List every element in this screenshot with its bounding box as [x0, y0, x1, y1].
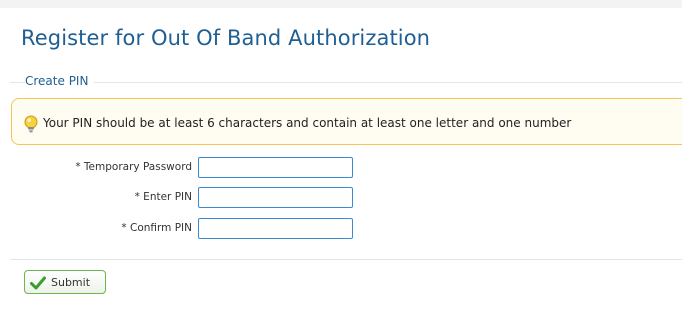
- form-divider: [10, 259, 682, 260]
- pin-hint-box: Your PIN should be at least 6 characters…: [11, 98, 682, 145]
- checkmark-icon: [30, 275, 46, 290]
- confirm-pin-input[interactable]: [198, 218, 353, 239]
- submit-button[interactable]: Submit: [24, 270, 106, 294]
- section-rule: [10, 82, 682, 83]
- temporary-password-input[interactable]: [198, 157, 353, 178]
- page: Register for Out Of Band Authorization C…: [0, 0, 682, 326]
- enter-pin-label: * Enter PIN: [134, 191, 192, 203]
- pin-hint-text: Your PIN should be at least 6 characters…: [43, 116, 572, 130]
- section-legend: Create PIN: [25, 74, 95, 88]
- form-row-temporary-password: * Temporary Password: [0, 157, 682, 179]
- enter-pin-input[interactable]: [198, 187, 353, 208]
- temporary-password-label: * Temporary Password: [75, 161, 192, 173]
- top-strip: [0, 0, 682, 8]
- page-title: Register for Out Of Band Authorization: [21, 26, 431, 50]
- form-row-enter-pin: * Enter PIN: [0, 187, 682, 209]
- confirm-pin-label: * Confirm PIN: [121, 222, 192, 234]
- lightbulb-icon: [23, 115, 39, 133]
- submit-label: Submit: [51, 275, 91, 289]
- form-row-confirm-pin: * Confirm PIN: [0, 218, 682, 240]
